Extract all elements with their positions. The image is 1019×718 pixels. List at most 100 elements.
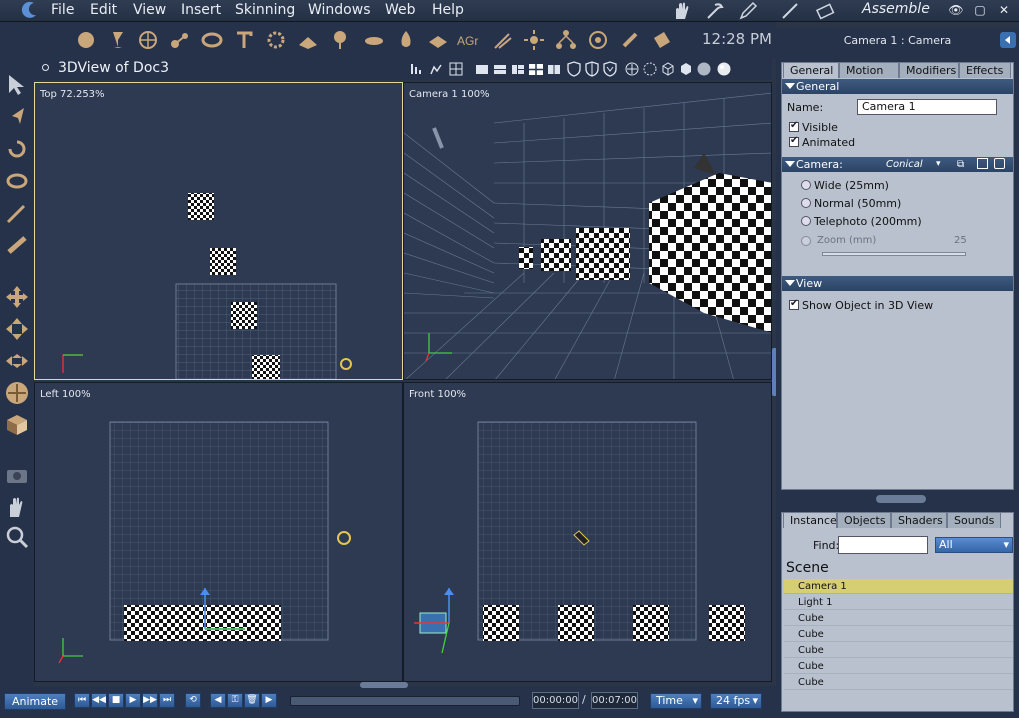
viewport-front[interactable]: Front 100% (403, 382, 772, 682)
zoom-radio[interactable] (801, 236, 811, 246)
tab-general[interactable]: General (783, 62, 839, 78)
tab-modifiers[interactable]: Modifiers (899, 62, 959, 78)
cube[interactable] (709, 605, 745, 641)
time-mode-select[interactable]: Time ▾ (650, 693, 702, 709)
menu-edit[interactable]: Edit (90, 2, 117, 18)
cube[interactable] (252, 355, 280, 380)
pencil-room-icon[interactable] (738, 1, 758, 21)
cube[interactable] (558, 605, 594, 641)
hand-room-icon[interactable] (672, 1, 692, 21)
end-time-field[interactable]: 00:07:00 (591, 692, 638, 709)
scene-row[interactable]: Light 1 (784, 595, 1013, 610)
film-room-icon[interactable] (815, 1, 835, 21)
sphere-tool-icon[interactable] (74, 28, 98, 52)
shield-down-icon[interactable] (602, 61, 618, 77)
go-end-button[interactable]: ⏭ (159, 693, 175, 708)
menu-insert[interactable]: Insert (181, 2, 221, 18)
move-tool-icon[interactable] (4, 284, 30, 310)
textured-sphere-icon[interactable] (716, 61, 732, 77)
link-icon[interactable]: ⧉ (957, 157, 964, 172)
grid-icon[interactable] (448, 61, 464, 77)
section-general[interactable]: General (782, 79, 1013, 94)
link-tool-icon[interactable] (4, 232, 30, 258)
stop-button[interactable]: ■ (108, 693, 124, 708)
current-time-field[interactable]: 00:00:00 (532, 692, 579, 709)
menu-help[interactable]: Help (432, 2, 464, 18)
scene-row[interactable]: Camera 1 (784, 579, 1013, 594)
shield-icon[interactable] (566, 61, 582, 77)
pen-tool-icon[interactable] (4, 200, 30, 226)
arrow-tool-icon[interactable] (4, 104, 30, 130)
prev-key-button[interactable]: ◀ (210, 693, 226, 708)
tab-instances[interactable]: Instances (783, 512, 843, 528)
fire-tool-icon[interactable] (394, 28, 418, 52)
goblet-tool-icon[interactable] (106, 28, 130, 52)
tree-tool-icon[interactable] (328, 28, 352, 52)
telephoto-radio[interactable] (801, 216, 811, 226)
skinning-room-icon[interactable] (705, 1, 725, 21)
hair-tool-icon[interactable] (490, 28, 514, 52)
scene-row[interactable]: Cube (784, 611, 1013, 626)
move-view-icon[interactable] (624, 61, 640, 77)
cube[interactable] (188, 193, 214, 220)
scroll-tool-icon[interactable] (650, 28, 674, 52)
pan-hand-icon[interactable] (4, 494, 30, 520)
visible-checkbox[interactable] (789, 120, 799, 132)
cube[interactable] (483, 605, 519, 641)
menu-windows[interactable]: Windows (308, 2, 371, 18)
trackball-tool-icon[interactable] (4, 380, 30, 406)
save-icon[interactable] (977, 158, 988, 169)
torus-tool-icon[interactable] (200, 28, 224, 52)
select-arrow-icon[interactable] (4, 72, 30, 98)
rotate-view-icon[interactable] (642, 61, 658, 77)
cube[interactable] (231, 302, 257, 329)
fast-forward-button[interactable]: ▶▶ (142, 693, 158, 708)
find-input[interactable] (838, 536, 928, 554)
normal-radio[interactable] (801, 198, 811, 208)
shield-split-icon[interactable] (584, 61, 600, 77)
scene-row[interactable]: Cube (784, 627, 1013, 642)
section-view[interactable]: View (782, 276, 1013, 291)
tab-shaders[interactable]: Shaders (891, 512, 947, 528)
target-tool-icon[interactable] (586, 28, 610, 52)
wide-radio[interactable] (801, 180, 811, 190)
layout-three-icon[interactable] (510, 61, 526, 77)
bone-tool-icon[interactable] (618, 28, 642, 52)
view-menu-icon[interactable] (42, 64, 49, 71)
terrain-tool-icon[interactable] (296, 28, 320, 52)
panel-splitter-handle[interactable] (876, 495, 926, 503)
timeline-splitter-handle[interactable] (360, 682, 408, 688)
scene-row[interactable]: Cube (784, 675, 1013, 690)
next-key-button[interactable]: ▶ (261, 693, 277, 708)
cube[interactable] (210, 248, 236, 275)
scene-row[interactable]: Cube (784, 659, 1013, 674)
play-button[interactable]: ▶ (125, 693, 141, 708)
layout-wide-icon[interactable] (546, 61, 562, 77)
animated-checkbox[interactable] (789, 135, 799, 147)
maximize-button[interactable]: ▢ (972, 2, 988, 18)
eye-icon[interactable]: 👁 (948, 2, 964, 18)
tab-sounds[interactable]: Sounds (947, 512, 1001, 528)
cube[interactable] (576, 228, 630, 280)
scale-tool-icon[interactable] (4, 412, 30, 438)
close-button[interactable]: ✕ (996, 2, 1012, 18)
globe-tool-icon[interactable] (136, 28, 160, 52)
tab-motion[interactable]: Motion (839, 62, 899, 78)
rewind-button[interactable]: ◀◀ (91, 693, 107, 708)
zoom-icon[interactable] (4, 524, 30, 550)
layout-single-icon[interactable] (474, 61, 490, 77)
camera-type[interactable]: Conical (886, 157, 923, 172)
menu-web[interactable]: Web (385, 2, 416, 18)
cube-row[interactable] (124, 605, 281, 641)
fps-select[interactable]: 24 fps ▾ (710, 693, 762, 709)
brush-room-icon[interactable] (780, 1, 800, 21)
move-xz-tool-icon[interactable] (4, 348, 30, 374)
cube[interactable] (649, 173, 772, 333)
light-arrow[interactable] (694, 153, 716, 175)
tab-objects[interactable]: Objects (837, 512, 891, 528)
solid-cube-icon[interactable] (678, 61, 694, 77)
camera-tool-icon[interactable] (4, 462, 30, 488)
cloud-tool-icon[interactable] (362, 28, 386, 52)
rotate-tool-icon[interactable] (4, 136, 30, 162)
layout-quad-icon[interactable] (528, 61, 544, 77)
